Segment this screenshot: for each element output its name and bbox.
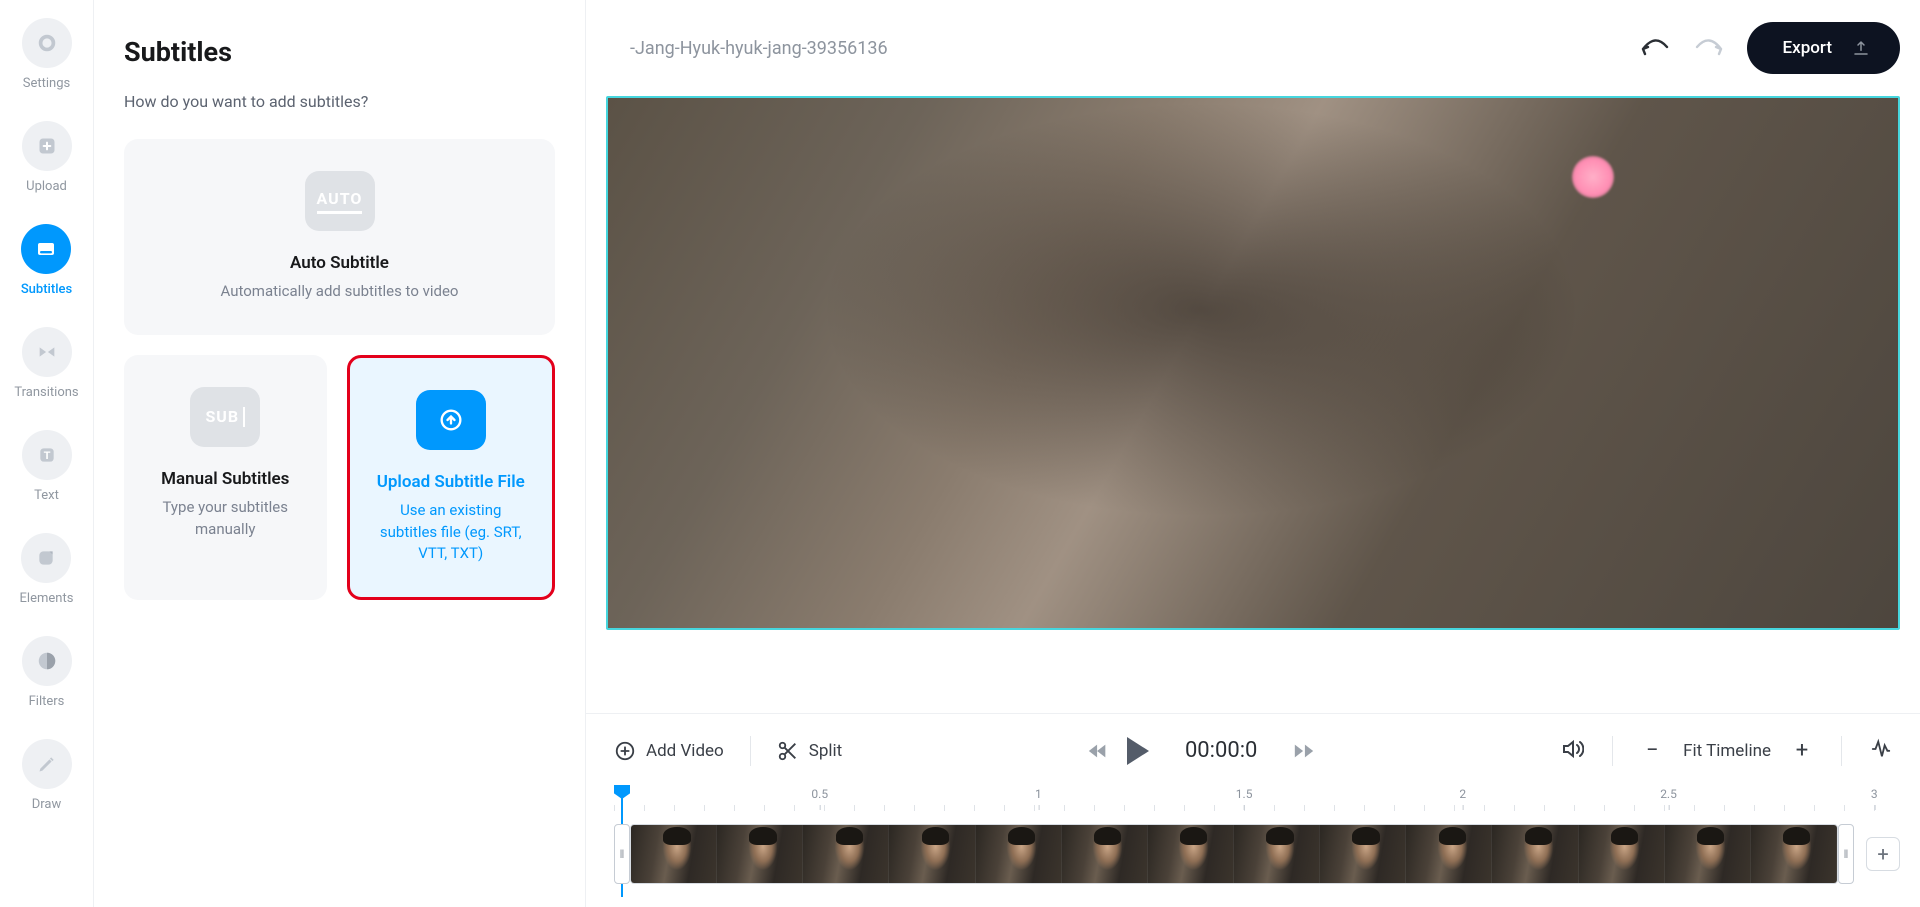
main-area: -Jang-Hyuk-hyuk-jang-39356136 Export A: [586, 0, 1920, 907]
playhead[interactable]: [614, 785, 630, 799]
undo-button[interactable]: [1635, 29, 1673, 67]
clip-thumbnail: [1751, 825, 1837, 883]
app-root: Settings Upload Subtitles Transitions T …: [0, 0, 1920, 907]
rail-upload[interactable]: Upload: [22, 121, 72, 194]
rail-label: Elements: [20, 591, 74, 606]
card-title: Upload Subtitle File: [377, 472, 525, 492]
ruler-tick: 3: [1871, 787, 1878, 801]
ruler-tick: 1.5: [1236, 787, 1253, 801]
pencil-icon: [22, 739, 72, 789]
export-button[interactable]: Export: [1747, 22, 1900, 74]
topbar: -Jang-Hyuk-hyuk-jang-39356136 Export: [586, 0, 1920, 96]
rail-label: Subtitles: [21, 282, 72, 297]
card-title: Manual Subtitles: [161, 469, 289, 489]
clip-thumbnail: [1579, 825, 1665, 883]
timeline[interactable]: 0.5 1 1.5 2 2.5 3 ‖: [586, 787, 1920, 907]
rail-subtitles[interactable]: Subtitles: [21, 224, 72, 297]
clip-thumbnail: [803, 825, 889, 883]
ruler-tick: 2.5: [1660, 787, 1677, 801]
fit-timeline-button[interactable]: Fit Timeline: [1683, 741, 1771, 761]
rail-label: Text: [34, 488, 59, 503]
waveform-button[interactable]: [1870, 738, 1892, 764]
left-rail: Settings Upload Subtitles Transitions T …: [0, 0, 94, 907]
subtitles-panel: Subtitles How do you want to add subtitl…: [94, 0, 586, 907]
divider: [1841, 736, 1842, 766]
clip-thumbnail: [976, 825, 1062, 883]
card-desc: Automatically add subtitles to video: [221, 281, 459, 303]
ruler-tick: 1: [1035, 787, 1042, 801]
panel-subtitle: How do you want to add subtitles?: [124, 92, 555, 111]
card-title: Auto Subtitle: [290, 253, 389, 273]
skip-back-button[interactable]: [1087, 742, 1109, 760]
timeline-ruler[interactable]: 0.5 1 1.5 2 2.5 3: [614, 787, 1900, 813]
skip-forward-button[interactable]: [1293, 742, 1315, 760]
preview-content: [608, 98, 1898, 628]
zoom-in-button[interactable]: +: [1791, 738, 1813, 763]
cursor-icon: [243, 407, 245, 427]
clip-thumbnail: [631, 825, 717, 883]
auto-icon: AUTO: [305, 171, 375, 231]
rail-transitions[interactable]: Transitions: [14, 327, 78, 400]
rail-label: Draw: [32, 797, 62, 812]
clip-thumbnail: [1492, 825, 1578, 883]
clip-handle-right[interactable]: ‖: [1838, 824, 1854, 884]
rail-filters[interactable]: Filters: [22, 636, 72, 709]
text-icon: T: [22, 430, 72, 480]
preview-area: [586, 96, 1920, 713]
card-desc: Use an existing subtitles file (eg. SRT,…: [374, 500, 529, 565]
ruler-tick: 2: [1459, 787, 1466, 801]
zoom-out-button[interactable]: −: [1641, 738, 1663, 763]
rail-elements[interactable]: Elements: [20, 533, 74, 606]
add-track-button[interactable]: +: [1866, 837, 1900, 871]
plus-icon: [22, 121, 72, 171]
subtitles-icon: [21, 224, 71, 274]
right-controls: − Fit Timeline +: [1560, 736, 1892, 766]
rail-label: Filters: [29, 694, 65, 709]
project-name[interactable]: -Jang-Hyuk-hyuk-jang-39356136: [630, 38, 888, 59]
video-track[interactable]: ‖ ‖ +: [614, 819, 1900, 889]
panel-title: Subtitles: [124, 36, 555, 68]
card-desc: Type your subtitles manually: [148, 497, 303, 541]
rail-label: Upload: [26, 179, 67, 194]
card-row: SUB Manual Subtitles Type your subtitles…: [124, 355, 555, 600]
rail-label: Settings: [23, 76, 70, 91]
rail-settings[interactable]: Settings: [22, 18, 72, 91]
clip-thumbnail: [717, 825, 803, 883]
divider: [750, 736, 751, 766]
svg-text:T: T: [43, 450, 50, 462]
clip-thumbnail: [889, 825, 975, 883]
clip-thumbnail: [1665, 825, 1751, 883]
clip-handle-left[interactable]: ‖: [614, 824, 630, 884]
clip-thumbnail: [1234, 825, 1320, 883]
clip-thumbnail: [1320, 825, 1406, 883]
video-preview[interactable]: [606, 96, 1900, 630]
elements-icon: [21, 533, 71, 583]
add-video-button[interactable]: Add Video: [614, 740, 724, 762]
split-button[interactable]: Split: [777, 740, 842, 762]
video-clip[interactable]: [630, 824, 1838, 884]
volume-button[interactable]: [1560, 737, 1584, 765]
play-button[interactable]: [1127, 737, 1149, 765]
divider: [1612, 736, 1613, 766]
rail-draw[interactable]: Draw: [22, 739, 72, 812]
gear-icon: [22, 18, 72, 68]
transitions-icon: [22, 327, 72, 377]
ruler-tick: 0.5: [811, 787, 828, 801]
clip-thumbnail: [1062, 825, 1148, 883]
rail-text[interactable]: T Text: [22, 430, 72, 503]
upload-subtitle-file-card[interactable]: Upload Subtitle File Use an existing sub…: [347, 355, 556, 600]
manual-subtitles-card[interactable]: SUB Manual Subtitles Type your subtitles…: [124, 355, 327, 600]
redo-button[interactable]: [1691, 29, 1729, 67]
clip-thumbnail: [1148, 825, 1234, 883]
auto-subtitle-card[interactable]: AUTO Auto Subtitle Automatically add sub…: [124, 139, 555, 335]
upload-file-icon: [416, 390, 486, 450]
timeline-controls: Add Video Split 00:00:0 −: [586, 713, 1920, 787]
sub-icon: SUB: [190, 387, 260, 447]
clip-thumbnail: [1406, 825, 1492, 883]
rail-label: Transitions: [14, 385, 78, 400]
filters-icon: [22, 636, 72, 686]
timecode: 00:00:0: [1185, 738, 1257, 763]
export-label: Export: [1783, 38, 1832, 58]
upload-icon: [1852, 39, 1870, 57]
